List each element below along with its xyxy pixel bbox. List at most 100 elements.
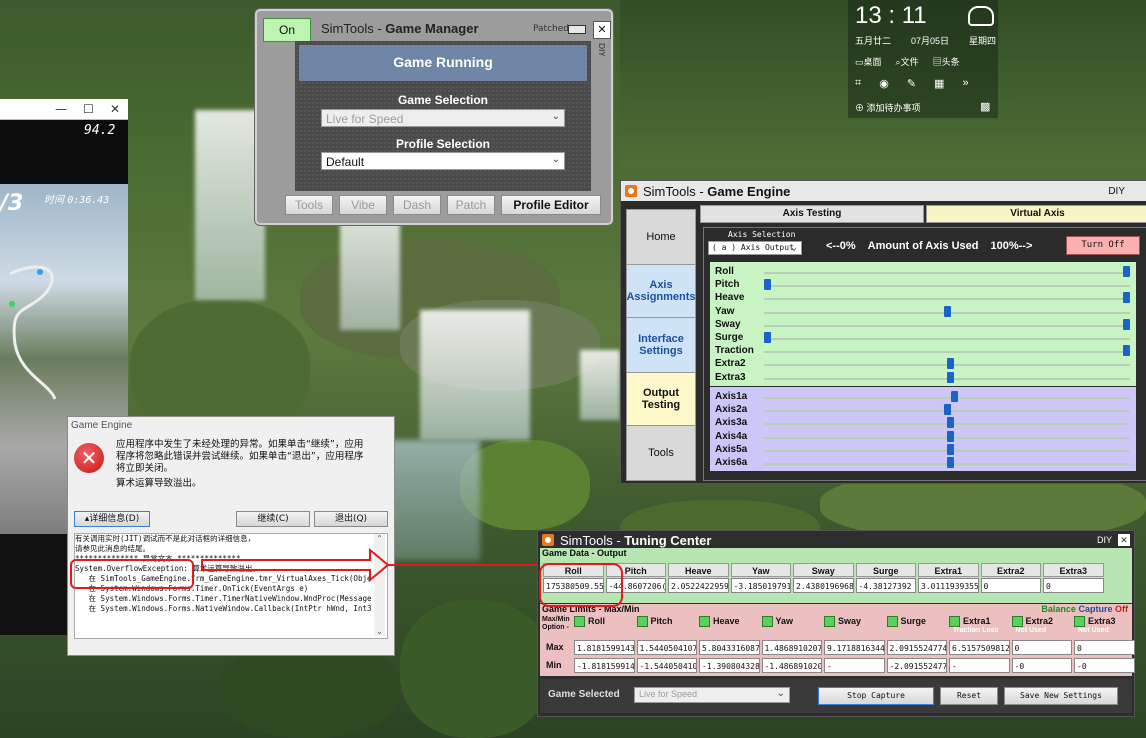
- max-value-yaw[interactable]: 1.4868910207: [761, 640, 822, 655]
- patch-button[interactable]: Patch: [447, 195, 495, 215]
- range-mid-label: Amount of Axis Used: [867, 240, 979, 252]
- axis-in-label: Heave: [715, 292, 745, 304]
- max-value-roll[interactable]: 1.8181599143: [574, 640, 635, 655]
- eye-icon[interactable]: ◉: [879, 77, 889, 90]
- output-value-extra2[interactable]: 0: [980, 578, 1041, 593]
- output-value-surge[interactable]: -4.38127392: [855, 578, 916, 593]
- output-value-heave[interactable]: 2.05224229592: [668, 578, 729, 593]
- save-new-settings-button[interactable]: Save New Settings: [1004, 687, 1118, 705]
- details-button[interactable]: ▴详细信息(D): [74, 511, 150, 527]
- axis-in-slider-thumb[interactable]: [764, 332, 771, 343]
- tc-close-button[interactable]: ✕: [1118, 534, 1130, 546]
- calculator-icon[interactable]: ▦: [934, 77, 944, 90]
- limit-checkbox-extra1[interactable]: Extra1: [949, 616, 991, 628]
- tab-virtual-axis[interactable]: Virtual Axis: [926, 205, 1146, 223]
- axis-out-row: Axis2a: [710, 404, 1136, 417]
- axis-out-slider-thumb[interactable]: [950, 391, 958, 402]
- axis-in-slider-thumb[interactable]: [764, 279, 771, 291]
- min-value-extra1[interactable]: -: [949, 658, 1010, 673]
- min-value-heave[interactable]: -1.390804328: [699, 658, 760, 673]
- tab-axis-testing[interactable]: Axis Testing: [700, 205, 924, 223]
- turn-off-button[interactable]: Turn Off: [1066, 236, 1140, 255]
- limit-checkbox-heave[interactable]: Heave: [699, 616, 740, 628]
- shortcut-files[interactable]: ⌕文件: [896, 55, 919, 68]
- axis-in-slider-thumb[interactable]: [947, 371, 955, 383]
- min-value-yaw[interactable]: -1.486891020: [761, 658, 822, 673]
- reset-button[interactable]: Reset: [940, 687, 998, 705]
- crop-icon[interactable]: ⌗: [855, 77, 861, 90]
- min-value-sway[interactable]: -: [824, 658, 885, 673]
- axis-selection-dropdown[interactable]: ( a ) Axis Output ⌄: [708, 241, 802, 255]
- scroll-down-icon[interactable]: ⌄: [374, 627, 385, 636]
- axis-in-slider-thumb[interactable]: [1123, 266, 1130, 277]
- min-value-roll[interactable]: -1.818159914: [574, 658, 635, 673]
- edit-icon[interactable]: ✎: [907, 77, 916, 90]
- min-value-pitch[interactable]: -1.544050410: [636, 658, 697, 673]
- nav-output-testing[interactable]: Output Testing: [626, 372, 696, 426]
- time-value: 0:36.43: [67, 195, 110, 206]
- maximize-icon[interactable]: ☐: [83, 102, 94, 116]
- quit-button[interactable]: 退出(Q): [314, 511, 388, 527]
- limit-checkbox-surge[interactable]: Surge: [886, 616, 926, 628]
- axis-out-label: Axis3a: [715, 417, 748, 429]
- axis-out-slider-thumb[interactable]: [947, 417, 955, 429]
- axis-in-slider-thumb[interactable]: [1123, 292, 1130, 304]
- output-value-extra3[interactable]: 0: [1043, 578, 1104, 593]
- nav-home[interactable]: Home: [626, 209, 696, 265]
- axis-in-label: Traction: [715, 345, 754, 357]
- on-button[interactable]: On: [263, 18, 311, 42]
- limit-checkbox-yaw[interactable]: Yaw: [761, 616, 793, 628]
- limit-checkbox-sway[interactable]: Sway: [824, 616, 861, 628]
- limit-checkbox-extra2[interactable]: Extra2: [1011, 616, 1053, 628]
- vibe-button[interactable]: Vibe: [339, 195, 387, 215]
- min-value-extra3[interactable]: -0: [1074, 658, 1135, 673]
- output-value-sway[interactable]: 2.43801969683: [793, 578, 854, 593]
- minimize-icon[interactable]: —: [55, 102, 67, 116]
- output-value-yaw[interactable]: -3.185019791: [730, 578, 791, 593]
- limit-checkbox-roll[interactable]: Roll: [574, 616, 605, 628]
- limit-checkbox-pitch[interactable]: Pitch: [636, 616, 673, 628]
- axis-out-slider-thumb[interactable]: [947, 430, 955, 442]
- axis-in-slider-thumb[interactable]: [943, 305, 951, 317]
- nav-interface-settings[interactable]: Interface Settings: [626, 317, 696, 373]
- max-value-extra2[interactable]: 0: [1011, 640, 1072, 655]
- nav-axis-assignments[interactable]: Axis Assignments: [626, 264, 696, 318]
- shortcut-news[interactable]: ▤头条: [933, 55, 960, 68]
- axis-in-track: [764, 298, 1130, 301]
- min-value-extra2[interactable]: -0: [1011, 658, 1072, 673]
- axis-in-slider-thumb[interactable]: [1123, 345, 1130, 357]
- game-selection-dropdown[interactable]: Live for Speed ⌄: [321, 109, 565, 127]
- axis-in-slider-thumb[interactable]: [947, 358, 955, 370]
- min-value-surge[interactable]: -2.091552477: [886, 658, 947, 673]
- max-value-heave[interactable]: 5.8043316087: [699, 640, 760, 655]
- max-value-extra3[interactable]: 0: [1074, 640, 1135, 655]
- forward-icon[interactable]: »: [962, 77, 968, 90]
- axis-in-slider-thumb[interactable]: [1123, 318, 1130, 330]
- limit-checkbox-extra3[interactable]: Extra3: [1074, 616, 1116, 628]
- game-selected-dropdown[interactable]: Live for Speed ⌄: [634, 687, 790, 703]
- gm-close-button[interactable]: ✕: [593, 21, 611, 39]
- output-value-extra1[interactable]: 3.01119393555: [918, 578, 979, 593]
- output-col-header: Extra2: [980, 563, 1041, 577]
- scroll-up-icon[interactable]: ⌃: [374, 534, 385, 543]
- stop-capture-button[interactable]: Stop Capture: [818, 687, 934, 705]
- max-value-sway[interactable]: 9.1718816344: [824, 640, 885, 655]
- profile-editor-button[interactable]: Profile Editor: [501, 195, 601, 215]
- qr-icon[interactable]: ▩: [980, 100, 990, 113]
- max-value-extra1[interactable]: 6.5157509812: [949, 640, 1010, 655]
- add-todo-button[interactable]: ⊕ 添加待办事项: [855, 103, 921, 113]
- continue-button[interactable]: 继续(C): [236, 511, 310, 527]
- max-value-pitch[interactable]: 1.5440504107: [636, 640, 697, 655]
- tools-button[interactable]: Tools: [285, 195, 333, 215]
- axis-out-slider-thumb[interactable]: [943, 404, 951, 416]
- cloud-icon[interactable]: [968, 6, 994, 26]
- profile-selection-dropdown[interactable]: Default ⌄: [321, 152, 565, 170]
- dash-button[interactable]: Dash: [393, 195, 441, 215]
- close-icon[interactable]: ✕: [110, 102, 120, 116]
- axis-out-slider-thumb[interactable]: [947, 457, 955, 468]
- max-value-surge[interactable]: 2.0915524774: [886, 640, 947, 655]
- shortcut-desktop[interactable]: ▭桌面: [855, 55, 882, 68]
- limit-checkbox-label: Extra1: [963, 616, 991, 626]
- axis-out-slider-thumb[interactable]: [947, 443, 955, 455]
- nav-tools[interactable]: Tools: [626, 425, 696, 481]
